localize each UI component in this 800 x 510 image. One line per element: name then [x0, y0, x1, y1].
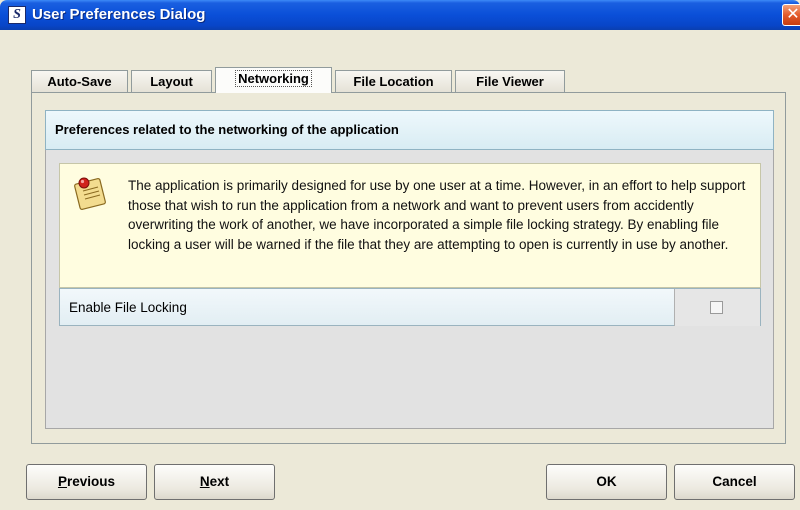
- tab-file-location[interactable]: File Location: [335, 70, 452, 93]
- next-button[interactable]: Next: [154, 464, 275, 500]
- ok-button[interactable]: OK: [546, 464, 667, 500]
- next-label: ext: [209, 474, 230, 489]
- content-area: The application is primarily designed fo…: [45, 150, 774, 429]
- tab-panel: Preferences related to the networking of…: [31, 92, 786, 444]
- ok-label: OK: [596, 474, 617, 489]
- info-text: The application is primarily designed fo…: [128, 178, 746, 252]
- previous-mnemonic: P: [57, 474, 67, 489]
- tab-label: File Location: [353, 74, 434, 89]
- tab-networking[interactable]: Networking: [215, 67, 332, 93]
- next-mnemonic: N: [199, 474, 210, 489]
- tab-label: File Viewer: [476, 74, 544, 89]
- setting-label: Enable File Locking: [69, 300, 187, 315]
- tab-label: Layout: [150, 74, 193, 89]
- close-icon: ✕: [786, 6, 800, 23]
- previous-label: revious: [66, 474, 116, 489]
- tab-file-viewer[interactable]: File Viewer: [455, 70, 565, 93]
- tab-layout[interactable]: Layout: [131, 70, 212, 93]
- tab-label: Auto-Save: [47, 74, 112, 89]
- window-title: User Preferences Dialog: [32, 6, 206, 23]
- title-bar[interactable]: S User Preferences Dialog ✕: [0, 0, 800, 30]
- cancel-label: Cancel: [712, 474, 757, 489]
- cancel-button[interactable]: Cancel: [674, 464, 795, 500]
- close-button[interactable]: ✕: [782, 4, 800, 26]
- tab-auto-save[interactable]: Auto-Save: [31, 70, 128, 93]
- note-icon: [74, 177, 106, 210]
- previous-button[interactable]: Previous: [26, 464, 147, 500]
- setting-value-cell[interactable]: [674, 289, 760, 326]
- setting-row-file-locking: Enable File Locking: [59, 288, 761, 326]
- info-box: The application is primarily designed fo…: [59, 163, 761, 288]
- tab-label: Networking: [235, 70, 312, 87]
- app-icon: S: [8, 6, 26, 24]
- enable-file-locking-checkbox[interactable]: [710, 301, 723, 314]
- section-header: Preferences related to the networking of…: [45, 110, 774, 150]
